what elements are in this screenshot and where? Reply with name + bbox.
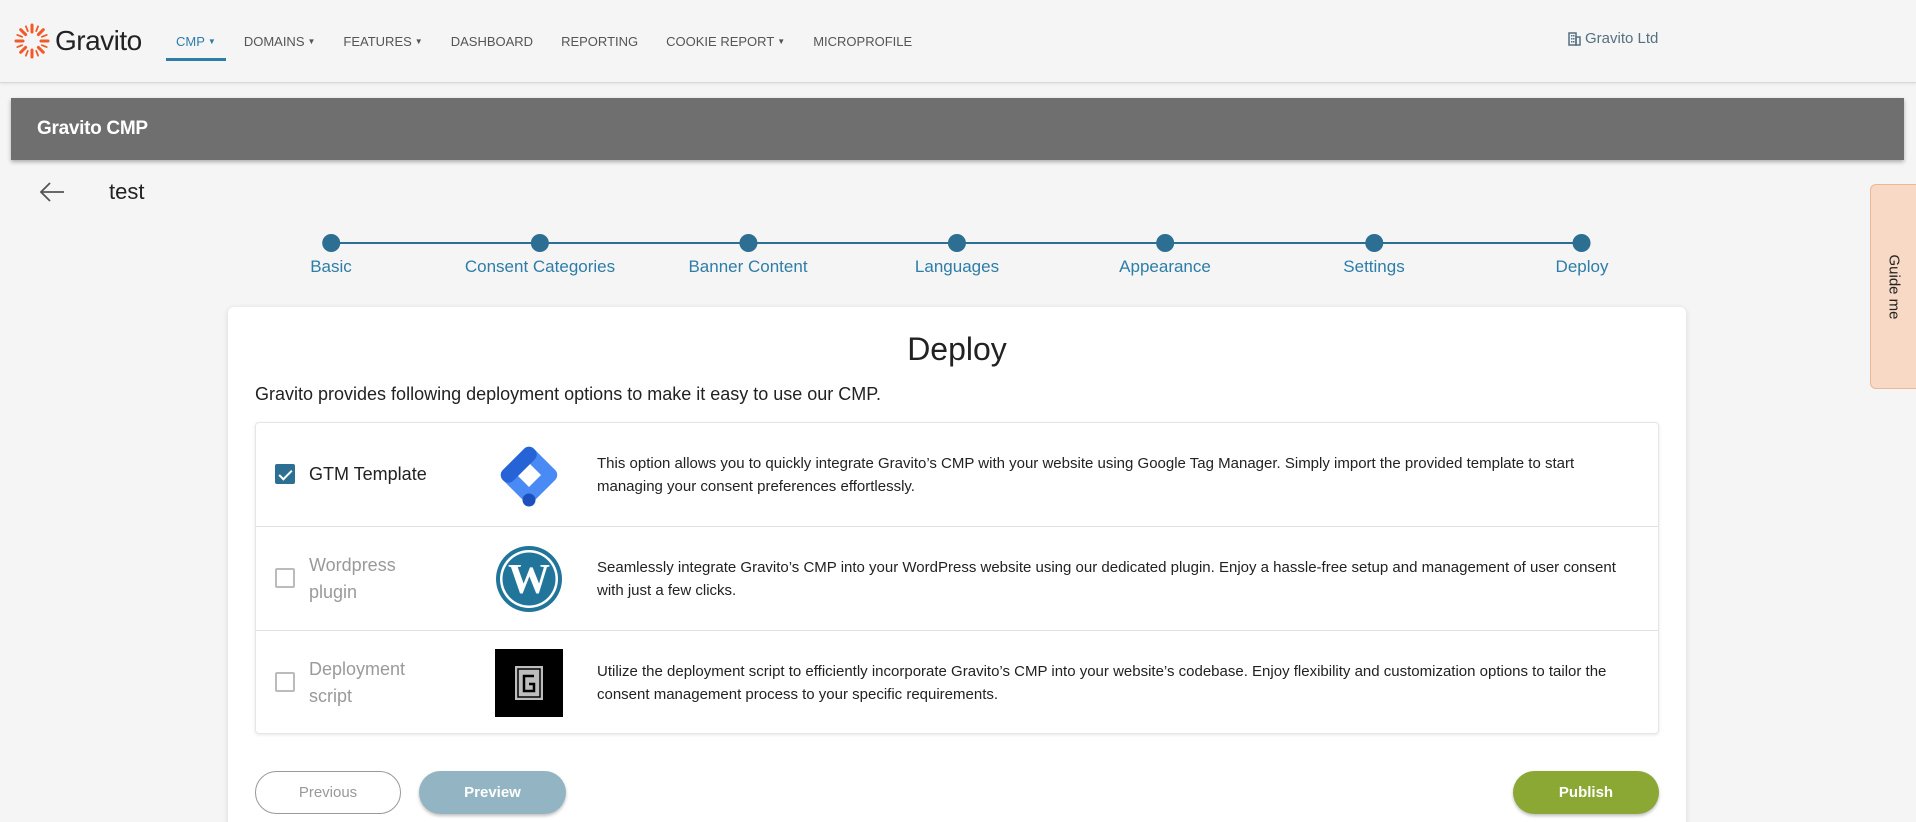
back-button[interactable] [38, 178, 66, 206]
caret-down-icon: ▼ [414, 37, 423, 46]
google-tag-manager-icon [500, 446, 558, 507]
caret-down-icon: ▼ [777, 37, 786, 46]
option-wordpress-plugin: Wordpress plugin W Seamlessly integrate … [256, 527, 1658, 631]
previous-button[interactable]: Previous [255, 771, 401, 814]
step-languages[interactable]: Languages [915, 232, 999, 277]
card-title: Deploy [907, 331, 1007, 367]
nav-item-cmp[interactable]: CMP ▼ [166, 0, 226, 83]
step-dot [530, 234, 549, 252]
step-dot [321, 234, 340, 252]
option-name: Wordpress plugin [309, 554, 396, 602]
step-dot [1572, 234, 1591, 252]
step-dot [1156, 234, 1174, 252]
step-deploy[interactable]: Deploy [1555, 232, 1609, 277]
step-consent-categories[interactable]: Consent Categories [465, 232, 615, 277]
record-name: test [109, 179, 145, 204]
option-name: GTM Template [309, 464, 427, 484]
option-description: This option allows you to quickly integr… [597, 454, 1575, 495]
wizard-stepper: Basic Consent Categories Banner Content … [0, 232, 1916, 282]
guide-me-label: Guide me [1885, 253, 1902, 320]
wordpress-icon: W [496, 546, 562, 612]
deployment-options: GTM Template This option allows you to q… [255, 422, 1659, 734]
gtm-template-checkbox[interactable] [275, 464, 295, 484]
nav-label: DASHBOARD [450, 34, 534, 49]
card-description: Gravito provides following deployment op… [255, 384, 881, 404]
main-menu: CMP ▼ DOMAINS ▼ FEATURES ▼ DASHBOARD REPORT… [166, 0, 930, 83]
step-banner-content[interactable]: Banner Content [688, 232, 808, 277]
nav-item-reporting[interactable]: REPORTING [551, 0, 648, 83]
deploy-card: Deploy Gravito provides following deploy… [228, 307, 1686, 822]
option-deployment-script: Deployment script Utilize the deployment… [256, 631, 1658, 735]
top-navbar: Gravito CMP ▼ DOMAINS ▼ FEATURES ▼ DASHBOAR… [0, 0, 1916, 83]
deployment-script-checkbox[interactable] [275, 672, 295, 692]
building-icon [1568, 31, 1581, 46]
step-label: Banner Content [688, 257, 808, 276]
organization-selector[interactable]: Gravito Ltd [1568, 30, 1658, 47]
nav-item-features[interactable]: FEATURES ▼ [333, 0, 432, 83]
step-settings[interactable]: Settings [1343, 232, 1405, 277]
preview-button[interactable]: Preview [419, 771, 566, 814]
arrow-left-icon [39, 182, 64, 202]
nav-label: CMP [176, 34, 205, 49]
nav-label: COOKIE REPORT [666, 34, 775, 49]
step-label: Settings [1343, 257, 1405, 276]
section-title: Gravito CMP [37, 118, 148, 139]
step-basic[interactable]: Basic [310, 232, 352, 277]
gravito-logo-icon [14, 23, 50, 59]
caret-down-icon: ▼ [207, 37, 216, 46]
step-label: Consent Categories [464, 257, 616, 276]
step-label: Languages [914, 257, 1000, 276]
option-description: Seamlessly integrate Gravito’s CMP into … [597, 558, 1616, 599]
publish-button[interactable]: Publish [1513, 771, 1659, 814]
nav-label: DOMAINS [243, 34, 305, 49]
nav-item-microprofile[interactable]: MICROPROFILE [803, 0, 922, 83]
step-label: Basic [310, 257, 352, 276]
step-dot [739, 234, 757, 252]
nav-label: FEATURES [343, 34, 412, 49]
step-dot [947, 234, 966, 252]
step-appearance[interactable]: Appearance [1119, 232, 1211, 277]
svg-text:W: W [508, 557, 550, 603]
step-label: Deploy [1555, 257, 1609, 276]
organization-name: Gravito Ltd [1585, 30, 1659, 47]
nav-item-domains[interactable]: DOMAINS ▼ [234, 0, 326, 83]
section-header: Gravito CMP [11, 98, 1904, 160]
nav-item-dashboard[interactable]: DASHBOARD [441, 0, 543, 83]
wordpress-plugin-checkbox[interactable] [275, 568, 295, 588]
option-gtm-template: GTM Template This option allows you to q… [256, 423, 1658, 527]
option-description: Utilize the deployment script to efficie… [597, 663, 1607, 703]
guide-me-tab[interactable]: Guide me [1870, 184, 1916, 389]
brand-name: Gravito [55, 25, 142, 56]
nav-label: REPORTING [561, 34, 639, 49]
gravito-logo[interactable]: Gravito [14, 22, 142, 60]
nav-item-cookie-report[interactable]: COOKIE REPORT ▼ [656, 0, 795, 83]
gravito-script-icon [495, 649, 563, 717]
step-label: Appearance [1119, 257, 1211, 276]
nav-label: MICROPROFILE [813, 34, 913, 49]
caret-down-icon: ▼ [307, 37, 316, 46]
option-name: Deployment script [309, 659, 406, 706]
step-dot [1365, 234, 1383, 252]
